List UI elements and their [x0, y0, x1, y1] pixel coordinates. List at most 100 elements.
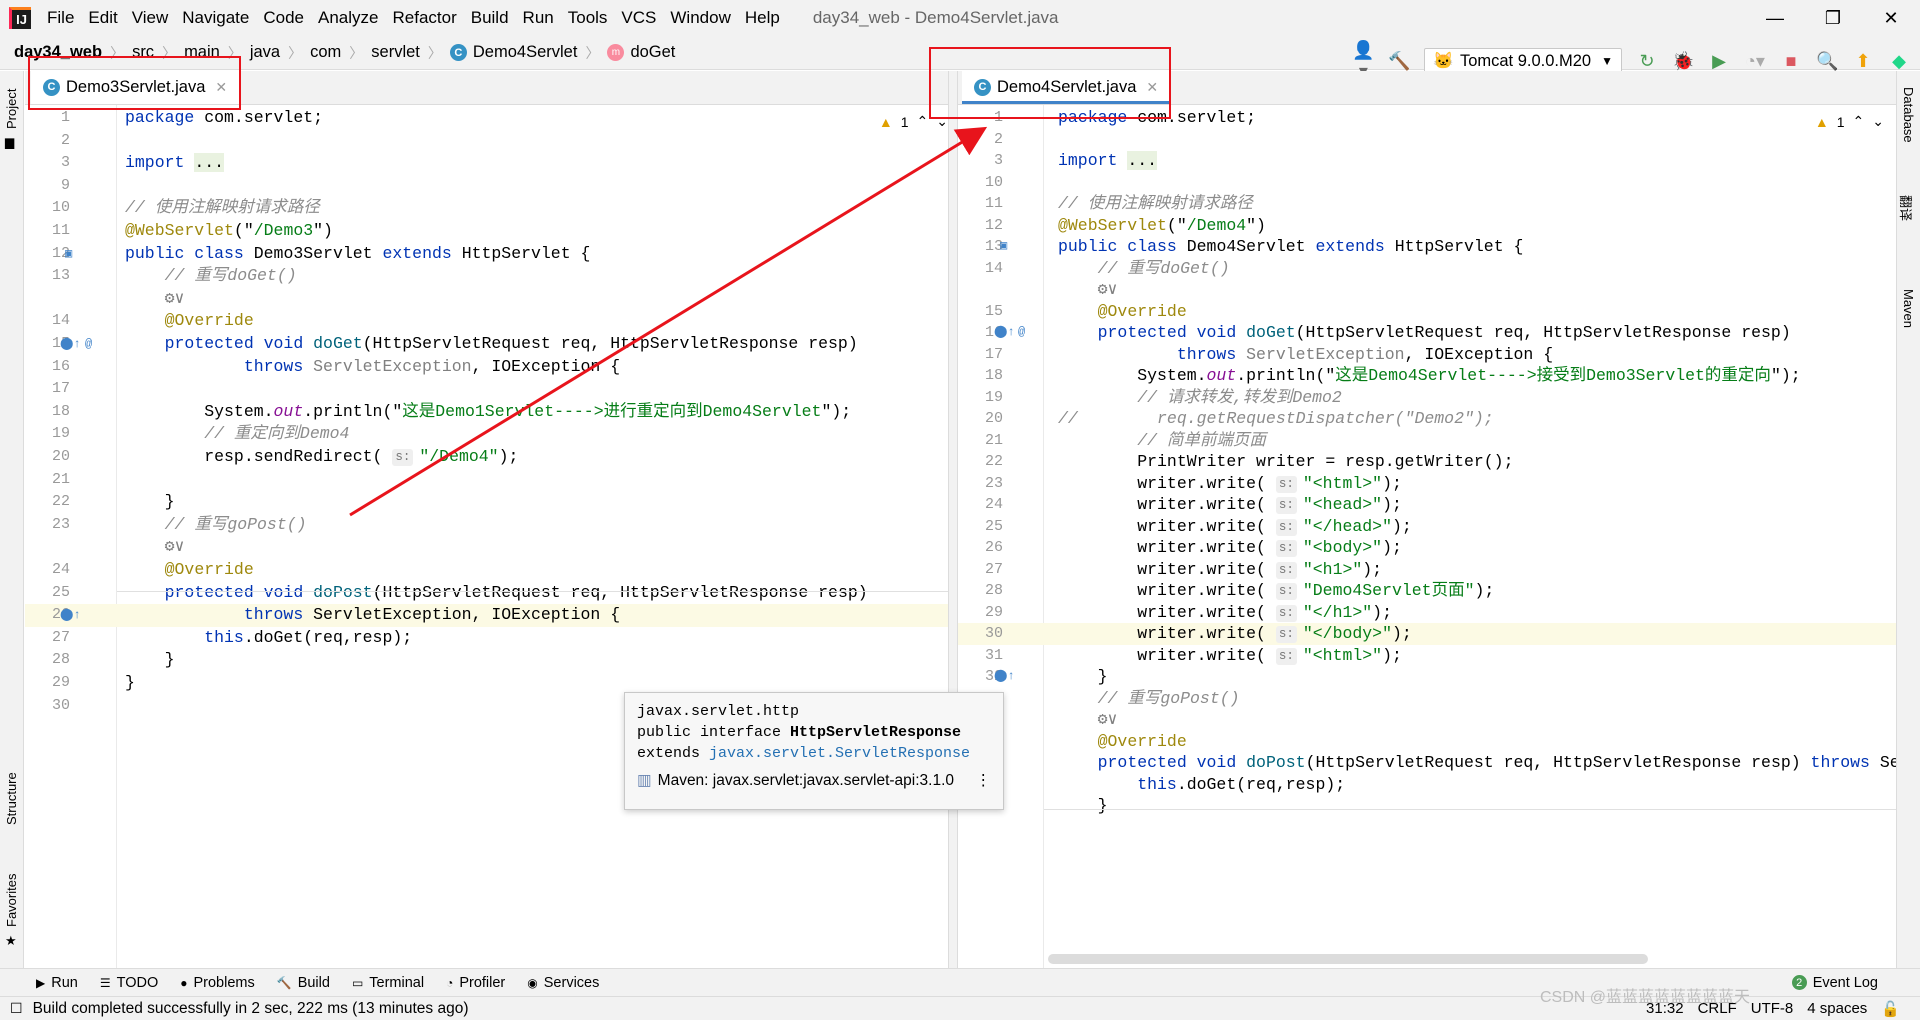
breadcrumb-part[interactable]: java: [250, 43, 280, 62]
code-line[interactable]: 23 // 重写goPost(): [25, 514, 960, 537]
code-line[interactable]: 1 package com.servlet;: [25, 107, 960, 130]
annotation-gutter-icon[interactable]: @: [85, 333, 92, 356]
code-line[interactable]: 27 this.doGet(req,resp);: [25, 627, 960, 650]
minimize-icon[interactable]: —: [1746, 0, 1804, 36]
lock-icon[interactable]: 🔓: [1881, 1000, 1900, 1018]
code-line[interactable]: 20 resp.sendRedirect( s: "/Demo4");: [25, 446, 960, 469]
tool-terminal[interactable]: ▭ Terminal: [352, 975, 424, 991]
code-line[interactable]: 19 // 重定向到Demo4: [25, 423, 960, 446]
database-tool-button[interactable]: Database: [1901, 87, 1916, 143]
tool-problems[interactable]: ● Problems: [180, 975, 255, 991]
code-line[interactable]: 11 // 使用注解映射请求路径: [958, 193, 1896, 215]
more-options-icon[interactable]: ⋮: [976, 770, 992, 791]
code-line[interactable]: 2: [958, 129, 1896, 151]
menu-item-run[interactable]: Run: [516, 0, 561, 36]
tool-build[interactable]: 🔨 Build: [277, 975, 330, 991]
menu-item-refactor[interactable]: Refactor: [385, 0, 463, 36]
code-line[interactable]: 26 throws ServletException, IOException …: [25, 604, 960, 627]
code-line[interactable]: 10: [958, 172, 1896, 194]
code-line[interactable]: ⚙∨: [958, 279, 1896, 301]
code-line[interactable]: 16 protected void doGet(HttpServletReque…: [958, 322, 1896, 344]
code-line[interactable]: 25 writer.write( s: "</head>");: [958, 516, 1896, 538]
breadcrumb-class[interactable]: C Demo4Servlet: [449, 43, 577, 62]
code-line[interactable]: 26 writer.write( s: "<body>");: [958, 537, 1896, 559]
menu-item-build[interactable]: Build: [464, 0, 516, 36]
code-line[interactable]: 14 // 重写doGet(): [958, 258, 1896, 280]
code-line[interactable]: 10 // 使用注解映射请求路径: [25, 197, 960, 220]
event-log-button[interactable]: 2 Event Log: [1791, 975, 1878, 991]
debug-icon[interactable]: 🐞: [1672, 51, 1694, 72]
translate-tool-button[interactable]: 翻译: [1897, 195, 1916, 221]
code-line[interactable]: 19 // 请求转发,转发到Demo2: [958, 387, 1896, 409]
servlet-gutter-icon[interactable]: ▣: [65, 243, 72, 266]
code-line[interactable]: 35 protected void doPost(HttpServletRequ…: [958, 752, 1896, 774]
code-line[interactable]: 22 PrintWriter writer = resp.getWriter()…: [958, 451, 1896, 473]
code-line[interactable]: 2: [25, 130, 960, 153]
annotation-gutter-icon[interactable]: @: [1018, 322, 1025, 344]
tool-todo[interactable]: ☰ TODO: [100, 975, 158, 991]
code-line[interactable]: 15 protected void doGet(HttpServletReque…: [25, 333, 960, 356]
intellij-logo-icon[interactable]: IJ: [9, 7, 31, 29]
menu-item-window[interactable]: Window: [663, 0, 737, 36]
menu-item-code[interactable]: Code: [256, 0, 311, 36]
code-line[interactable]: 9: [25, 175, 960, 198]
file-encoding[interactable]: UTF-8: [1751, 1000, 1794, 1018]
editor-splitter[interactable]: [948, 71, 958, 968]
menu-item-vcs[interactable]: VCS: [614, 0, 663, 36]
tool-services[interactable]: ◉ Services: [527, 975, 599, 991]
code-line[interactable]: 11 @WebServlet("/Demo3"): [25, 220, 960, 243]
menu-item-analyze[interactable]: Analyze: [311, 0, 385, 36]
status-square-icon[interactable]: ☐: [10, 1000, 23, 1017]
override-gutter-icon[interactable]: ⬤↑: [60, 333, 81, 356]
code-line[interactable]: 12 @WebServlet("/Demo4"): [958, 215, 1896, 237]
code-line[interactable]: 29 writer.write( s: "</h1>");: [958, 602, 1896, 624]
override-gutter-icon[interactable]: ⬤↑: [994, 322, 1015, 344]
code-line[interactable]: 24 @Override: [25, 559, 960, 582]
code-line[interactable]: 3 import ...: [958, 150, 1896, 172]
build-hammer-icon[interactable]: 🔨: [1388, 51, 1410, 72]
code-line[interactable]: 15 @Override: [958, 301, 1896, 323]
code-line[interactable]: 21: [25, 469, 960, 492]
tool-run[interactable]: ▶ Run: [36, 975, 78, 991]
maven-tool-button[interactable]: Maven: [1901, 289, 1916, 328]
popup-extends-link[interactable]: javax.servlet.ServletResponse: [709, 745, 970, 762]
menu-item-navigate[interactable]: Navigate: [175, 0, 256, 36]
code-line[interactable]: 34 @Override: [958, 731, 1896, 753]
code-line[interactable]: 37 }: [958, 795, 1896, 817]
code-line[interactable]: 22 }: [25, 491, 960, 514]
code-line[interactable]: 28 writer.write( s: "Demo4Servlet页面");: [958, 580, 1896, 602]
horizontal-scrollbar[interactable]: [1048, 954, 1648, 964]
menu-item-help[interactable]: Help: [738, 0, 787, 36]
restore-icon[interactable]: ❐: [1804, 0, 1862, 36]
code-line[interactable]: 16 throws ServletException, IOException …: [25, 356, 960, 379]
code-line[interactable]: 24 writer.write( s: "<head>");: [958, 494, 1896, 516]
code-line[interactable]: 31 writer.write( s: "<html>");: [958, 645, 1896, 667]
code-line[interactable]: 20 // req.getRequestDispatcher("Demo2");: [958, 408, 1896, 430]
indent-setting[interactable]: 4 spaces: [1807, 1000, 1867, 1018]
code-line[interactable]: 21 // 简单前端页面: [958, 430, 1896, 452]
code-line[interactable]: 27 writer.write( s: "<h1>");: [958, 559, 1896, 581]
code-line[interactable]: 17 throws ServletException, IOException …: [958, 344, 1896, 366]
code-line[interactable]: 17: [25, 378, 960, 401]
toolbox-icon[interactable]: ◆: [1888, 51, 1910, 72]
code-line[interactable]: ⚙∨: [25, 288, 960, 311]
code-line[interactable]: 13 public class Demo4Servlet extends Http…: [958, 236, 1896, 258]
stop-icon[interactable]: ■: [1780, 51, 1802, 72]
structure-tool-button[interactable]: Structure: [4, 772, 19, 825]
code-line[interactable]: 23 writer.write( s: "<html>");: [958, 473, 1896, 495]
code-line[interactable]: 30 writer.write( s: "</body>");: [958, 623, 1896, 645]
favorites-tool-button[interactable]: Favorites: [4, 874, 19, 927]
code-line[interactable]: 18 System.out.println("这是Demo4Servlet---…: [958, 365, 1896, 387]
breadcrumb-part[interactable]: com: [310, 43, 341, 62]
code-line[interactable]: 33 // 重写goPost(): [958, 688, 1896, 710]
override-gutter-icon[interactable]: ⬤↑: [994, 666, 1015, 688]
breadcrumb-part[interactable]: servlet: [371, 43, 420, 62]
menu-item-file[interactable]: File: [40, 0, 81, 36]
code-line[interactable]: 12 public class Demo3Servlet extends Http…: [25, 243, 960, 266]
rerun-icon[interactable]: ↻: [1636, 51, 1658, 72]
profile-icon[interactable]: ◔▾: [1744, 51, 1766, 72]
code-line[interactable]: 25 protected void doPost(HttpServletRequ…: [25, 582, 960, 605]
breadcrumb-method[interactable]: m doGet: [607, 43, 675, 62]
close-icon[interactable]: ✕: [1862, 0, 1920, 36]
run-coverage-icon[interactable]: ▶: [1708, 51, 1730, 72]
